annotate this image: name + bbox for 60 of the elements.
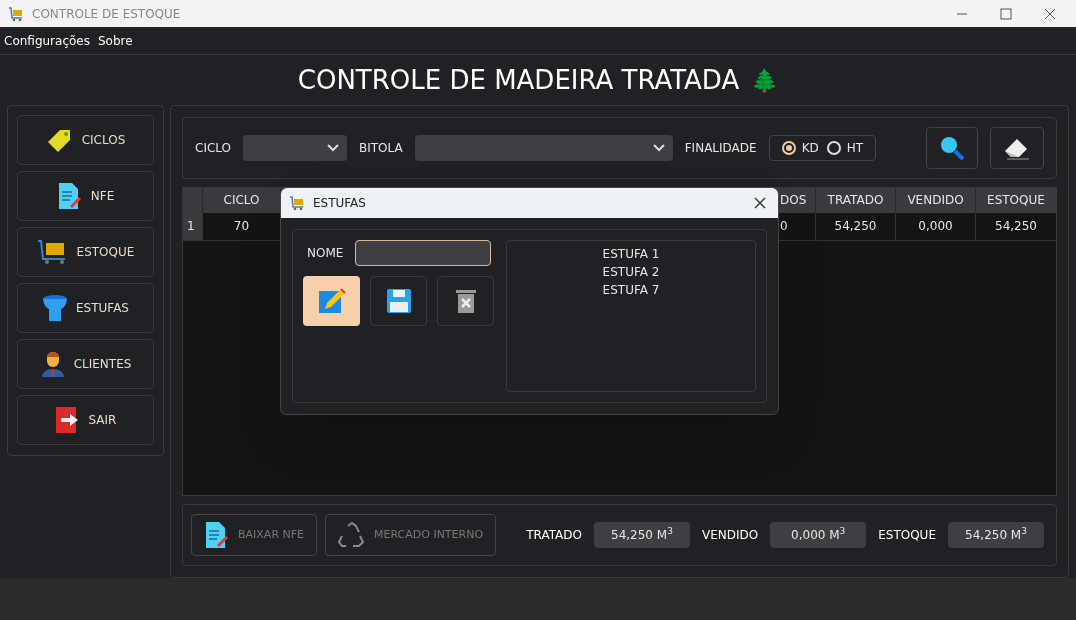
list-item[interactable]: ESTUFA 7 <box>602 281 660 299</box>
column-header: VENDIDO <box>907 192 964 210</box>
trash-icon <box>454 288 477 314</box>
table-cell-text: 0,000 <box>918 218 953 236</box>
window-title: CONTROLE DE ESTOQUE <box>32 5 181 23</box>
page-heading: CONTROLE DE MADEIRA TRATADA <box>297 63 740 97</box>
recycle-icon <box>338 522 367 549</box>
sidebar-button[interactable]: ESTOQUE <box>17 227 154 277</box>
search-button[interactable] <box>926 126 978 169</box>
document-icon <box>204 521 230 550</box>
action-button[interactable] <box>437 276 494 326</box>
radio-option[interactable]: HT <box>826 138 864 157</box>
maximize-icon[interactable] <box>1000 7 1012 20</box>
cart-icon <box>289 195 305 211</box>
total-value: 54,250 M$^{3}$ <box>593 522 690 549</box>
sidebar-button[interactable]: NFE <box>17 171 154 221</box>
row-number: 1 <box>187 218 195 236</box>
edit-icon <box>316 286 347 316</box>
total-label: VENDIDO <box>701 527 759 545</box>
sidebar-button[interactable]: SAIR <box>17 395 154 445</box>
total-label: ESTOQUE <box>878 527 936 545</box>
close-icon[interactable] <box>1044 7 1056 20</box>
document-icon <box>56 182 83 210</box>
table-cell-text: 70 <box>233 218 250 236</box>
cart-icon <box>8 5 24 22</box>
table-cell-text: 0 <box>780 218 788 236</box>
menu-item[interactable]: Configurações <box>4 31 90 50</box>
close-icon[interactable] <box>754 197 766 209</box>
name-field[interactable] <box>355 240 492 266</box>
sidebar-button[interactable]: CICLOS <box>17 115 154 165</box>
funnel-icon <box>42 294 68 322</box>
search-icon <box>939 134 965 161</box>
bitola-label: BITOLA <box>359 139 403 157</box>
ciclo-label: CICLO <box>195 139 231 157</box>
total-value: 54,250 M$^{3}$ <box>948 522 1044 549</box>
column-header: ESTOQUE <box>987 192 1045 210</box>
list-item[interactable]: ESTUFA 2 <box>602 263 660 281</box>
sidebar-button[interactable]: CLIENTES <box>17 339 154 389</box>
person-icon <box>39 350 66 378</box>
action-button[interactable] <box>370 276 427 326</box>
total-value: 0,000 M$^{3}$ <box>770 522 867 549</box>
radio-option[interactable]: KD <box>781 138 819 157</box>
menu-item[interactable]: Sobre <box>97 31 133 50</box>
column-header: TRATADO <box>827 192 884 210</box>
chevron-down-icon <box>652 143 665 152</box>
name-label: NOME <box>306 245 344 262</box>
table-cell-text: 54,250 <box>834 218 877 236</box>
tree-icon: 🌲 <box>751 63 779 97</box>
list-item[interactable]: ESTUFA 1 <box>602 245 660 263</box>
chevron-down-icon <box>327 143 339 152</box>
radio-button[interactable] <box>826 140 841 155</box>
column-header: CICLO <box>223 192 260 210</box>
dialog-title: ESTUFAS <box>313 195 366 212</box>
total-label: TRATADO <box>526 527 582 545</box>
radio-button[interactable] <box>781 140 796 155</box>
column-header: DOS <box>780 192 807 210</box>
clear-button[interactable] <box>990 126 1044 169</box>
finalidade-label: FINALIDADE <box>684 139 757 157</box>
table-cell-text: 54,250 <box>995 218 1037 236</box>
sidebar-button[interactable]: ESTUFAS <box>17 283 154 333</box>
